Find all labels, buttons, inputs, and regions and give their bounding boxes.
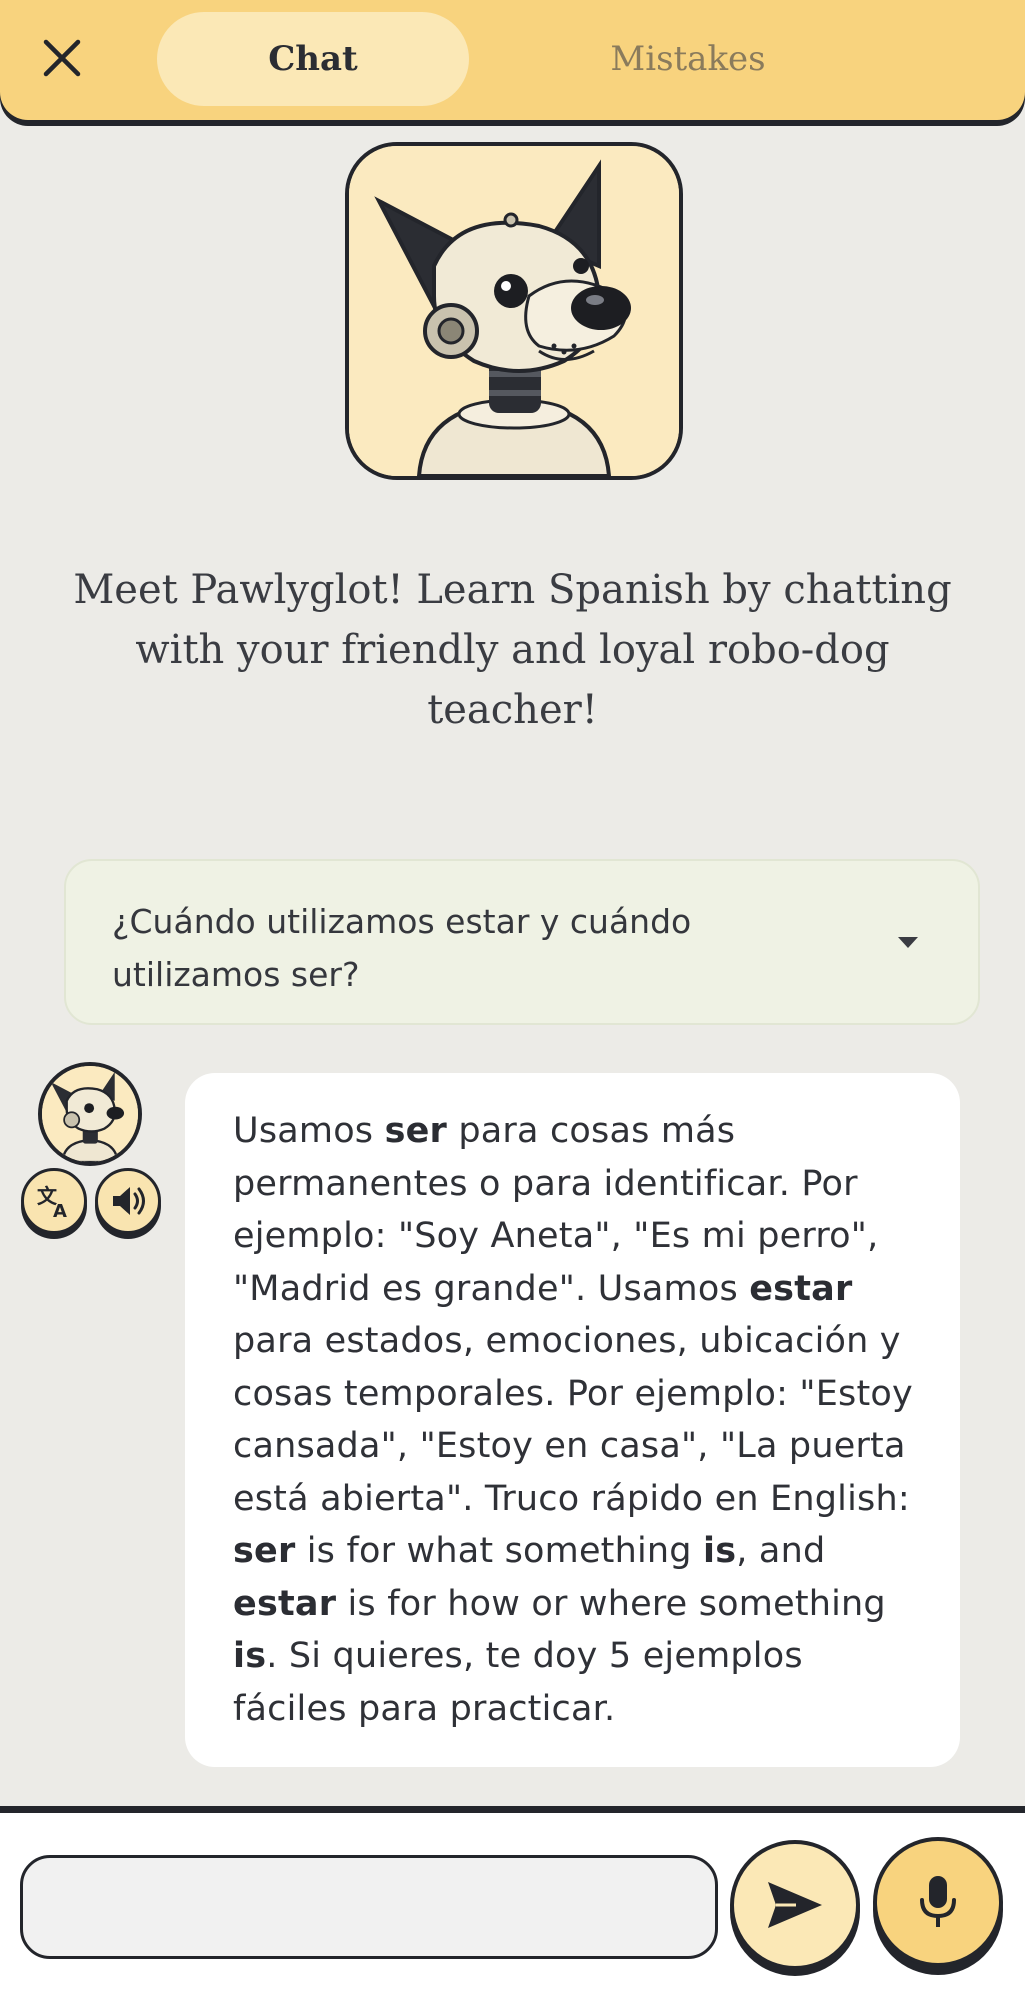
microphone-icon — [920, 1876, 956, 1927]
translate-button[interactable]: 文 A — [21, 1168, 87, 1234]
close-icon — [43, 39, 81, 77]
message-segment: , and — [736, 1531, 826, 1571]
close-button[interactable] — [36, 32, 88, 84]
tab-mistakes[interactable]: Mistakes — [532, 12, 844, 106]
bot-message-bubble: Usamos ser para cosas más permanentes o … — [185, 1073, 960, 1767]
message-bold-term: estar — [233, 1583, 337, 1624]
top-bar: Chat Mistakes — [0, 0, 1025, 120]
message-segment: . Si quieres, te doy 5 ejemplos fáciles … — [233, 1636, 803, 1729]
robo-dog-avatar — [345, 142, 683, 480]
intro-text: Meet Pawlyglot! Learn Spanish by chattin… — [73, 567, 952, 733]
message-segment: is for how or where something — [336, 1583, 886, 1624]
robo-dog-illustration — [349, 146, 679, 476]
question-text: ¿Cuándo utilizamos estar y cuándo utiliz… — [112, 902, 692, 994]
message-bold-term: estar — [749, 1268, 853, 1309]
message-bold-term: ser — [384, 1111, 448, 1151]
message-segment: para estados, emociones, ubicación y cos… — [233, 1321, 913, 1519]
message-input[interactable] — [20, 1855, 718, 1959]
tab-chat[interactable]: Chat — [157, 12, 469, 106]
microphone-button[interactable] — [873, 1837, 1003, 1967]
composer-divider — [0, 1806, 1025, 1813]
send-button[interactable] — [730, 1840, 860, 1970]
send-icon — [768, 1882, 822, 1928]
bot-message-text: Usamos ser para cosas más permanentes o … — [233, 1105, 916, 1735]
chevron-down-icon — [898, 937, 918, 948]
translate-icon: 文 A — [37, 1184, 67, 1221]
message-segment: is for what something — [295, 1531, 704, 1571]
message-bold-term: is — [233, 1636, 267, 1676]
bot-avatar — [38, 1062, 142, 1166]
robo-dog-small-icon — [42, 1066, 138, 1162]
message-segment: Usamos — [233, 1111, 385, 1151]
speaker-icon — [113, 1187, 145, 1215]
speaker-button[interactable] — [95, 1168, 161, 1234]
svg-text:A: A — [53, 1201, 67, 1221]
message-bold-term: is — [703, 1531, 737, 1571]
question-dropdown[interactable]: ¿Cuándo utilizamos estar y cuándo utiliz… — [64, 859, 980, 1025]
message-bold-term: ser — [233, 1531, 296, 1571]
